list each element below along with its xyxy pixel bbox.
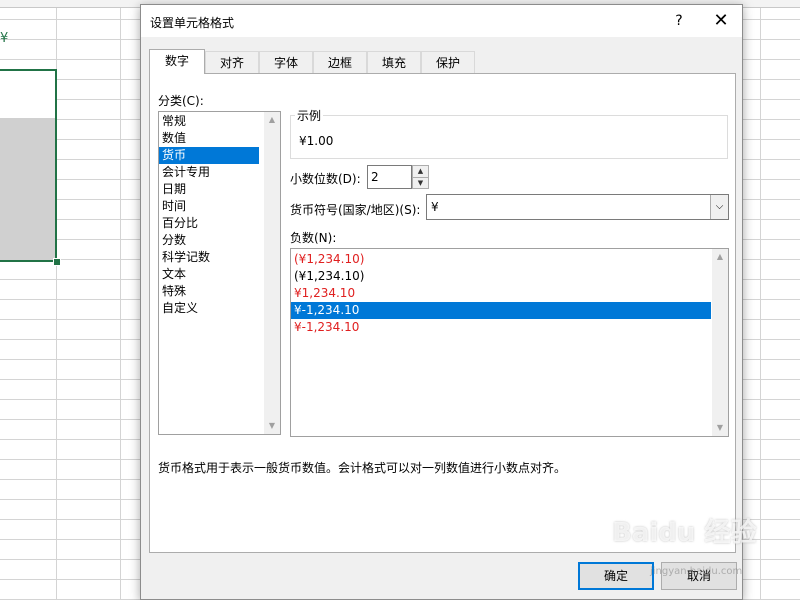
category-item[interactable]: 自定义 — [159, 300, 259, 317]
decimal-places-input[interactable]: 2 — [367, 165, 412, 189]
close-button[interactable]: ✕ — [709, 11, 733, 31]
negative-numbers-list[interactable]: (¥1,234.10) (¥1,234.10) ¥1,234.10 ¥-1,234.1… — [290, 248, 729, 437]
tab-fill[interactable]: 填充 — [367, 51, 421, 73]
category-item[interactable]: 日期 — [159, 181, 259, 198]
scroll-down-icon[interactable]: ▼ — [264, 418, 280, 434]
format-cells-dialog: 设置单元格格式 ? ✕ 数字 对齐 字体 边框 填充 保护 分类(C): 常规数… — [140, 4, 743, 600]
currency-symbol-select[interactable]: ¥ ⌵ — [426, 194, 729, 220]
decimal-places-spinner[interactable]: ▲ ▼ — [412, 165, 429, 189]
category-item[interactable]: 会计专用 — [159, 164, 259, 181]
category-item[interactable]: 常规 — [159, 113, 259, 130]
tab-alignment[interactable]: 对齐 — [205, 51, 259, 73]
tab-border[interactable]: 边框 — [313, 51, 367, 73]
negative-list-scrollbar[interactable]: ▲ ▼ — [712, 249, 728, 436]
tab-protection[interactable]: 保护 — [421, 51, 475, 73]
baidu-watermark: Baidu 经验 — [612, 518, 757, 548]
category-item[interactable]: 数值 — [159, 130, 259, 147]
help-button[interactable]: ? — [669, 11, 689, 31]
currency-symbol-value: ¥ — [431, 200, 439, 214]
category-scrollbar[interactable]: ▲ ▼ — [264, 112, 280, 434]
spin-down-icon[interactable]: ▼ — [413, 178, 428, 189]
category-list[interactable]: 常规 数值 货币 会计专用 日期 时间 百分比 分数 科学记数 文本 特殊 自定义 ▲ ▼ — [158, 111, 281, 435]
currency-symbol-label: 货币符号(国家/地区)(S): — [290, 203, 421, 217]
category-item[interactable]: 百分比 — [159, 215, 259, 232]
number-tab-panel: 分类(C): 常规 数值 货币 会计专用 日期 时间 百分比 分数 科学记数 文本 特殊 自定义 ▲ … — [149, 73, 736, 553]
chevron-down-icon[interactable]: ⌵ — [710, 195, 728, 219]
negative-format-item[interactable]: ¥1,234.10 — [291, 285, 711, 302]
scroll-up-icon[interactable]: ▲ — [264, 112, 280, 128]
fill-handle[interactable] — [53, 258, 61, 266]
ok-button[interactable]: 确定 — [578, 562, 654, 590]
dialog-title: 设置单元格格式 — [150, 16, 235, 30]
negative-format-item[interactable]: (¥1,234.10) — [291, 251, 711, 268]
negative-format-item[interactable]: ¥-1,234.10 — [291, 302, 711, 319]
scroll-up-icon[interactable]: ▲ — [712, 249, 728, 265]
category-item[interactable]: 特殊 — [159, 283, 259, 300]
selected-cells-fill — [0, 118, 55, 260]
category-label: 分类(C): — [158, 94, 204, 108]
scroll-down-icon[interactable]: ▼ — [712, 420, 728, 436]
tab-number[interactable]: 数字 — [149, 49, 205, 74]
category-item[interactable]: 科学记数 — [159, 249, 259, 266]
sample-group: 示例 ¥1.00 — [290, 107, 728, 159]
tab-font[interactable]: 字体 — [259, 51, 313, 73]
dialog-titlebar: 设置单元格格式 ? ✕ — [141, 5, 742, 37]
category-item[interactable]: 货币 — [159, 147, 259, 164]
category-item[interactable]: 时间 — [159, 198, 259, 215]
category-item[interactable]: 分数 — [159, 232, 259, 249]
spin-up-icon[interactable]: ▲ — [413, 166, 428, 178]
negative-format-item[interactable]: ¥-1,234.10 — [291, 319, 711, 336]
category-item[interactable]: 文本 — [159, 266, 259, 283]
decimal-places-label: 小数位数(D): — [290, 172, 361, 186]
negative-format-item[interactable]: (¥1,234.10) — [291, 268, 711, 285]
sample-value: ¥1.00 — [299, 134, 334, 148]
format-description: 货币格式用于表示一般货币数值。会计格式可以对一列数值进行小数点对齐。 — [158, 461, 567, 475]
cell-text-fragment: ¥ — [0, 31, 9, 46]
sample-label: 示例 — [295, 107, 324, 124]
watermark-url: jingyan.baidu.com — [650, 566, 743, 577]
negative-numbers-label: 负数(N): — [290, 231, 337, 245]
